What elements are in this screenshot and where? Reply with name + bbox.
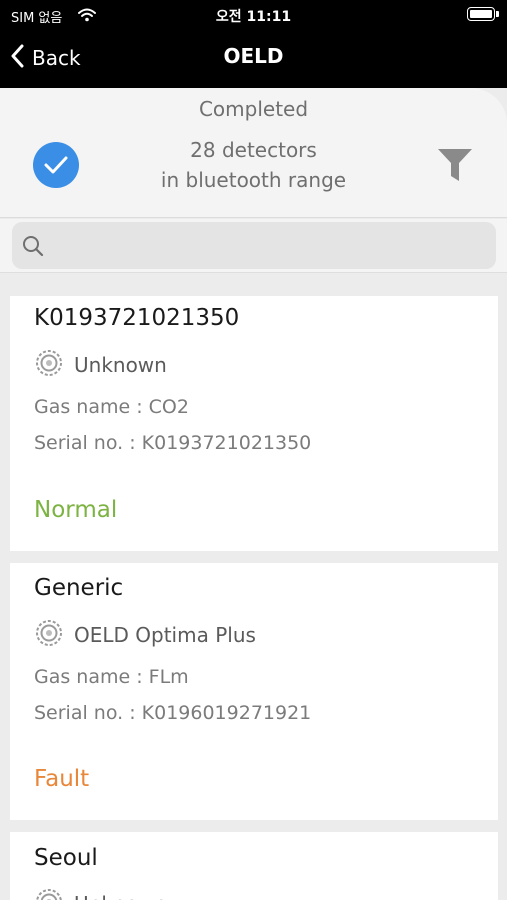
top-bar: SIM 없음 오전 11:11 Back OELD — [0, 0, 507, 88]
detector-icon — [34, 618, 64, 652]
detector-card[interactable]: K0193721021350 Unknown Gas name : CO2 Se… — [10, 296, 498, 551]
scan-status: Completed — [198, 97, 309, 121]
detector-card[interactable]: Seoul Unknown — [10, 832, 498, 900]
page-title: OELD — [223, 44, 284, 68]
scan-status-panel: Completed 28 detectors in bluetooth rang… — [0, 88, 507, 218]
clock: 오전 11:11 — [215, 9, 292, 25]
detector-name: K0193721021350 — [34, 305, 240, 331]
detector-icon — [34, 887, 64, 900]
detector-model: Unknown — [74, 353, 167, 377]
detector-card[interactable]: Generic OELD Optima Plus Gas name : FLm … — [10, 563, 498, 820]
serial-number: Serial no. : K0193721021350 — [34, 432, 312, 454]
model-row: Unknown — [34, 348, 167, 382]
filter-icon[interactable] — [437, 148, 473, 186]
detector-state: Normal — [34, 497, 118, 523]
status-bar: SIM 없음 오전 11:11 — [0, 0, 507, 30]
detector-state: Fault — [34, 766, 90, 792]
gas-name: Gas name : FLm — [34, 666, 189, 688]
detector-model: OELD Optima Plus — [74, 623, 256, 647]
detector-count: 28 detectors — [190, 138, 317, 162]
navigation-bar: Back OELD — [0, 30, 507, 88]
search-input[interactable] — [12, 222, 496, 269]
detector-name: Generic — [34, 575, 124, 601]
range-label: in bluetooth range — [160, 168, 347, 192]
model-row: Unknown — [34, 887, 167, 900]
gas-name: Gas name : CO2 — [34, 396, 189, 418]
search-bar — [0, 219, 507, 273]
serial-number: Serial no. : K0196019271921 — [34, 702, 312, 724]
model-row: OELD Optima Plus — [34, 618, 256, 652]
detector-name: Seoul — [34, 845, 98, 871]
battery-icon — [467, 7, 499, 21]
detector-model: Unknown — [74, 892, 167, 900]
detector-icon — [34, 348, 64, 382]
